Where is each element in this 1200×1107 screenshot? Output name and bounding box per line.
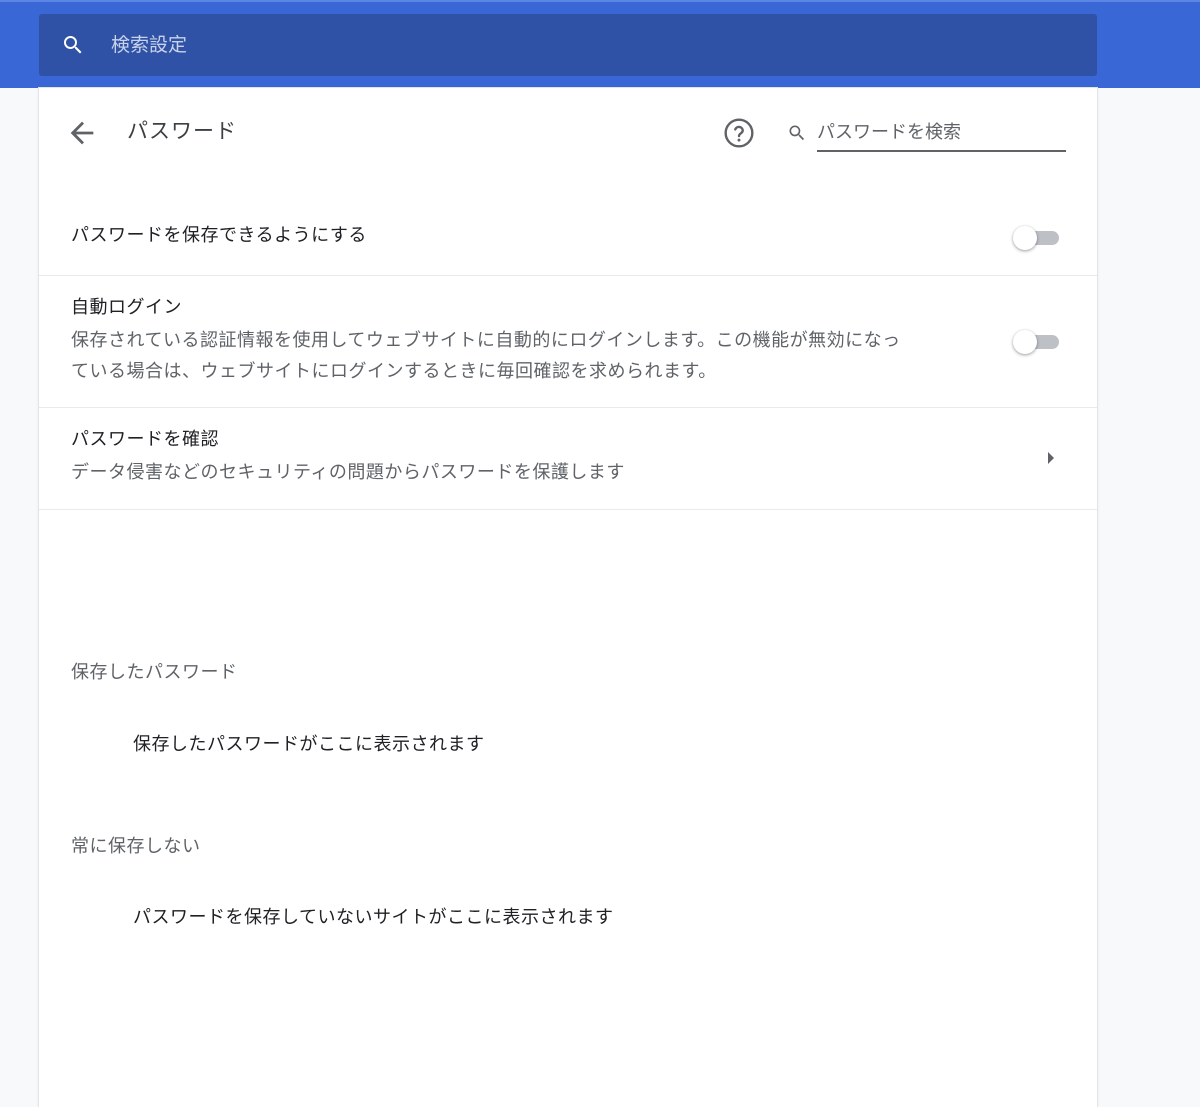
settings-search-input[interactable] (111, 14, 1071, 76)
auto-signin-description-line-1: 保存されている認証情報を使用してウェブサイトに自動的にログインします。この機能が… (71, 330, 901, 351)
auto-signin-toggle[interactable] (1013, 330, 1061, 354)
check-passwords-description: データ侵害などのセキュリティの問題からパスワードを保護します (71, 462, 625, 483)
auto-signin-label: 自動ログイン (71, 297, 182, 318)
toggle-knob (1013, 226, 1037, 250)
offer-to-save-label: パスワードを保存できるようにする (71, 225, 367, 246)
chevron-right-icon (1048, 452, 1054, 464)
page-header: パスワード (39, 88, 1097, 176)
offer-to-save-toggle[interactable] (1013, 226, 1061, 250)
back-arrow-icon[interactable] (65, 116, 99, 150)
auto-signin-description-line-2: ている場合は、ウェブサイトにログインするときに毎回確認を求められます。 (71, 361, 717, 382)
toolbar (0, 0, 1200, 88)
toggle-knob (1013, 330, 1037, 354)
never-saved-empty-message: パスワードを保存していないサイトがここに表示されます (133, 907, 614, 928)
help-icon[interactable] (723, 117, 755, 149)
settings-search-box[interactable] (39, 14, 1097, 76)
saved-passwords-empty-message: 保存したパスワードがここに表示されます (133, 734, 485, 755)
search-icon (789, 125, 805, 141)
check-passwords-label: パスワードを確認 (71, 429, 219, 450)
passwords-page-card: パスワード パスワードを保存できるようにする 自動ログイン 保存されている認証情… (39, 88, 1097, 1107)
password-search-input[interactable] (817, 114, 1066, 152)
never-saved-heading: 常に保存しない (71, 836, 201, 857)
offer-to-save-row[interactable]: パスワードを保存できるようにする (39, 188, 1097, 276)
search-icon (64, 36, 82, 54)
check-passwords-row[interactable]: パスワードを確認 データ侵害などのセキュリティの問題からパスワードを保護します (39, 408, 1097, 510)
password-search[interactable] (787, 114, 1067, 152)
auto-signin-row[interactable]: 自動ログイン 保存されている認証情報を使用してウェブサイトに自動的にログインしま… (39, 276, 1097, 408)
saved-passwords-heading: 保存したパスワード (71, 662, 238, 683)
page-title: パスワード (127, 119, 237, 143)
